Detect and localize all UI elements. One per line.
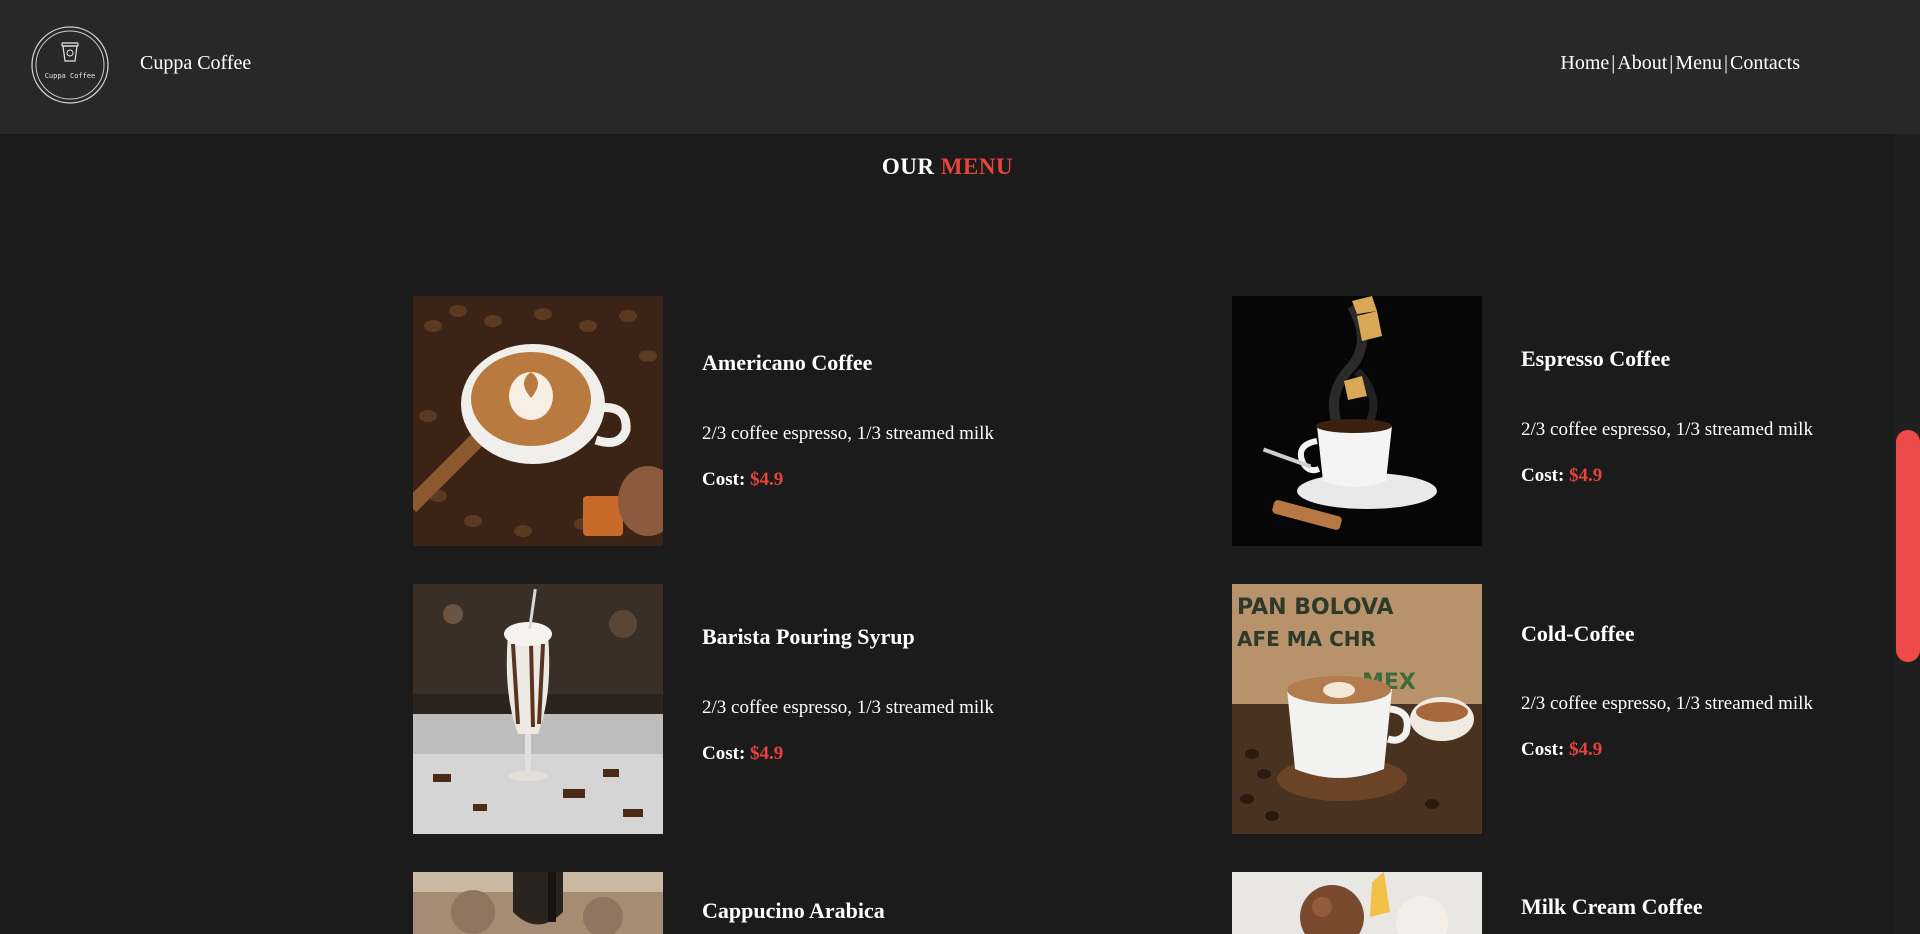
cost-label: Cost: (702, 743, 746, 764)
item-description: 2/3 coffee espresso, 1/3 streamed milk (702, 423, 994, 444)
page: Cuppa Coffee Cuppa Coffee Home | About | Men… (0, 0, 1920, 934)
cold-coffee-image: PAN BOLOVA AFE MA CHR MEX (1232, 584, 1482, 834)
item-name: Barista Pouring Syrup (702, 624, 915, 649)
menu-item-cold-coffee: PAN BOLOVA AFE MA CHR MEX Cold-Coffee 2/… (1232, 584, 1892, 834)
milk-cream-coffee-image (1232, 872, 1482, 934)
menu-item-barista-syrup: Barista Pouring Syrup 2/3 coffee espress… (413, 584, 1113, 834)
item-cost: Cost: $4.9 (1521, 465, 1602, 487)
cappucino-arabica-image (413, 872, 663, 934)
cost-label: Cost: (1521, 739, 1565, 760)
menu-item-americano: Americano Coffee 2/3 coffee espresso, 1/… (413, 296, 1113, 546)
menu-item-milk-cream: Milk Cream Coffee (1232, 872, 1892, 934)
item-cost: Cost: $4.9 (1521, 739, 1602, 761)
svg-text:PAN BOLOVA: PAN BOLOVA (1237, 595, 1394, 620)
item-name: Cold-Coffee (1521, 621, 1635, 646)
scrollbar-thumb[interactable] (1896, 430, 1920, 662)
menu-title-part1: OUR (881, 154, 935, 179)
cost-label: Cost: (1521, 465, 1565, 486)
item-price: $4.9 (1569, 739, 1603, 760)
menu-title-part2: MENU (940, 154, 1014, 179)
item-name: Milk Cream Coffee (1521, 894, 1703, 919)
logo[interactable]: Cuppa Coffee (30, 25, 110, 105)
menu-item-espresso: Espresso Coffee 2/3 coffee espresso, 1/3… (1232, 296, 1892, 546)
item-price: $4.9 (750, 743, 784, 764)
item-description: 2/3 coffee espresso, 1/3 streamed milk (1521, 419, 1813, 440)
item-cost: Cost: $4.9 (702, 469, 783, 491)
main-nav: Home | About | Menu | Contacts (1560, 52, 1800, 75)
brand-name[interactable]: Cuppa Coffee (140, 52, 251, 75)
nav-about[interactable]: About (1617, 52, 1667, 74)
nav-separator: | (1723, 52, 1728, 74)
item-price: $4.9 (750, 469, 784, 490)
item-description: 2/3 coffee espresso, 1/3 streamed milk (702, 697, 994, 718)
americano-coffee-image (413, 296, 663, 546)
nav-contacts[interactable]: Contacts (1730, 52, 1800, 74)
nav-home[interactable]: Home (1560, 52, 1609, 74)
item-name: Espresso Coffee (1521, 346, 1671, 371)
item-name: Americano Coffee (702, 350, 873, 375)
coffee-cup-logo-icon: Cuppa Coffee (31, 26, 109, 104)
item-price: $4.9 (1569, 465, 1603, 486)
item-name: Cappucino Arabica (702, 898, 885, 923)
item-cost: Cost: $4.9 (702, 743, 783, 765)
barista-pouring-syrup-image (413, 584, 663, 834)
item-description: 2/3 coffee espresso, 1/3 streamed milk (1521, 693, 1813, 714)
menu-item-cappucino: Cappucino Arabica (413, 872, 1113, 934)
nav-menu[interactable]: Menu (1675, 52, 1722, 74)
espresso-coffee-image (1232, 296, 1482, 546)
svg-text:AFE MA CHR: AFE MA CHR (1237, 627, 1376, 651)
cost-label: Cost: (702, 469, 746, 490)
menu-section-title: OUR MENU (0, 154, 1895, 180)
site-header: Cuppa Coffee Cuppa Coffee Home | About | Men… (0, 0, 1920, 134)
svg-text:Cuppa Coffee: Cuppa Coffee (45, 72, 96, 80)
